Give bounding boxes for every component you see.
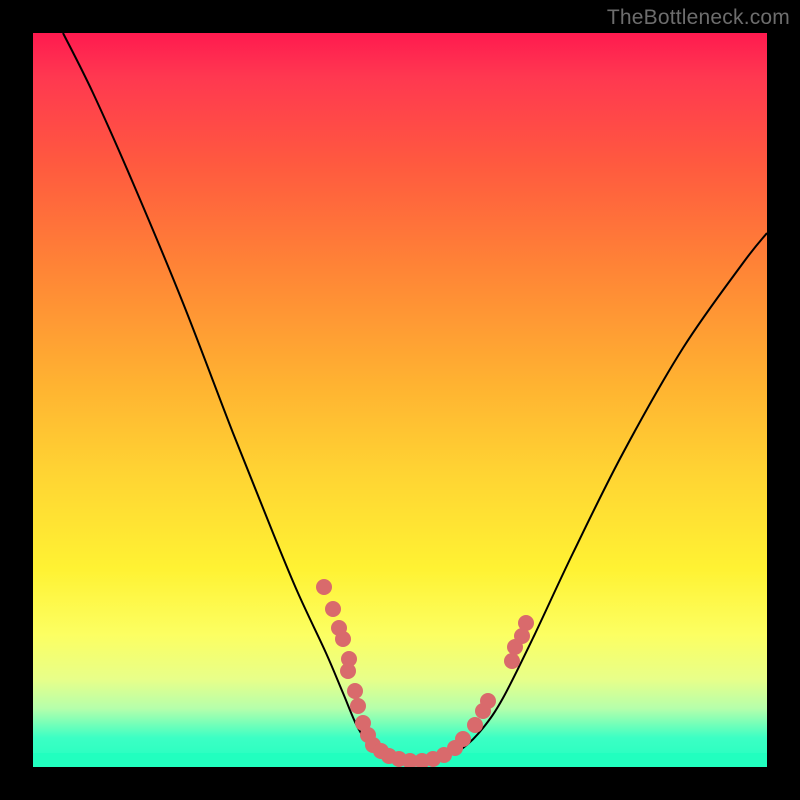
scatter-points	[33, 33, 767, 767]
data-point	[325, 601, 341, 617]
data-point	[455, 731, 471, 747]
data-point	[467, 717, 483, 733]
data-point	[504, 653, 520, 669]
data-point	[316, 579, 332, 595]
data-point	[350, 698, 366, 714]
data-point	[480, 693, 496, 709]
plot-area	[33, 33, 767, 767]
data-point	[340, 663, 356, 679]
data-point	[518, 615, 534, 631]
data-point	[335, 631, 351, 647]
outer-frame: TheBottleneck.com	[0, 0, 800, 800]
data-point	[347, 683, 363, 699]
watermark-label: TheBottleneck.com	[607, 6, 790, 30]
